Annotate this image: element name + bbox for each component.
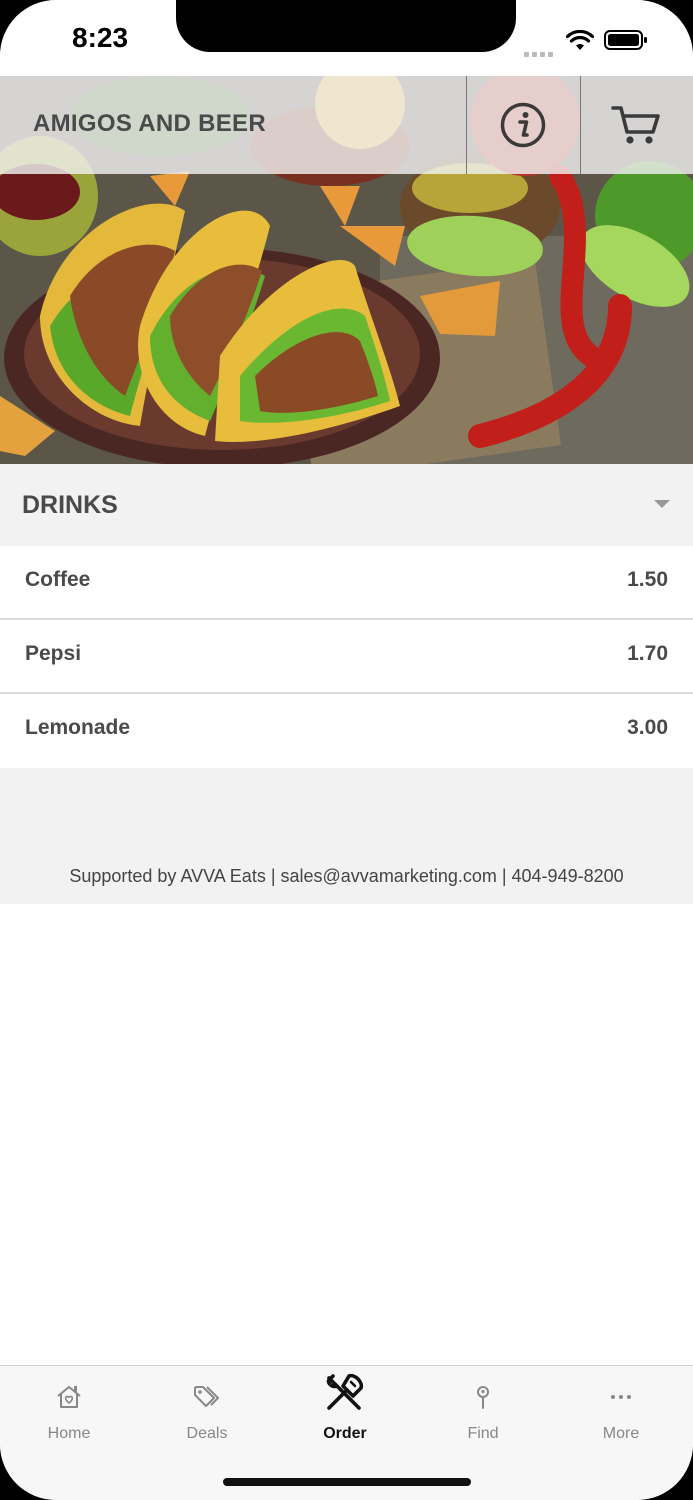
tab-label: Order (323, 1425, 367, 1442)
tab-label: More (602, 1425, 640, 1442)
app-header: AMIGOS AND BEER (0, 76, 693, 174)
home-indicator[interactable] (223, 1478, 471, 1486)
status-bar: 8:23 (0, 0, 693, 78)
menu-item-price: 1.70 (627, 642, 668, 665)
tab-find[interactable]: Find (414, 1366, 552, 1456)
restaurant-name: AMIGOS AND BEER (33, 110, 266, 137)
tab-order[interactable]: Order (276, 1366, 414, 1456)
home-icon (57, 1386, 81, 1408)
app-screen: 8:23 AMIGOS AND BEER DRINKS Coffee 1.50 … (0, 0, 693, 1500)
category-title: DRINKS (22, 491, 118, 519)
menu-item-name: Pepsi (25, 642, 82, 665)
cart-button[interactable] (581, 76, 693, 174)
menu-item[interactable]: Coffee 1.50 (0, 546, 693, 620)
cart-icon (611, 106, 660, 144)
menu-item-price: 1.50 (627, 568, 668, 591)
device-notch (176, 0, 516, 52)
wifi-icon (566, 30, 594, 50)
tab-label: Home (47, 1425, 91, 1442)
menu-item-price: 3.00 (627, 716, 668, 739)
chevron-down-icon[interactable] (654, 500, 670, 508)
battery-icon (604, 30, 647, 50)
hero-banner: AMIGOS AND BEER (0, 76, 693, 464)
category-header-drinks[interactable]: DRINKS (0, 464, 693, 546)
menu-item-name: Coffee (25, 568, 91, 591)
menu-item-name: Lemonade (25, 716, 131, 739)
tag-icon (194, 1386, 219, 1407)
menu-item[interactable]: Lemonade 3.00 (0, 694, 693, 768)
footer: Supported by AVVA Eats | sales@avvamarke… (0, 768, 693, 904)
info-button[interactable] (468, 76, 580, 174)
status-time: 8:23 (72, 22, 129, 53)
menu-item-list: Coffee 1.50 Pepsi 1.70 Lemonade 3.00 (0, 546, 693, 768)
tab-home[interactable]: Home (0, 1366, 138, 1456)
tab-deals[interactable]: Deals (138, 1366, 276, 1456)
more-icon (611, 1395, 631, 1399)
utensils-icon (326, 1373, 364, 1410)
location-pin-icon (477, 1386, 489, 1409)
menu-item[interactable]: Pepsi 1.70 (0, 620, 693, 694)
header-divider (466, 76, 467, 174)
footer-credits: Supported by AVVA Eats | sales@avvamarke… (69, 866, 624, 886)
cellular-signal-icon (524, 44, 558, 57)
tab-label: Find (467, 1425, 499, 1442)
info-icon (500, 102, 546, 148)
tab-label: Deals (186, 1425, 228, 1442)
tab-more[interactable]: More (552, 1366, 690, 1456)
